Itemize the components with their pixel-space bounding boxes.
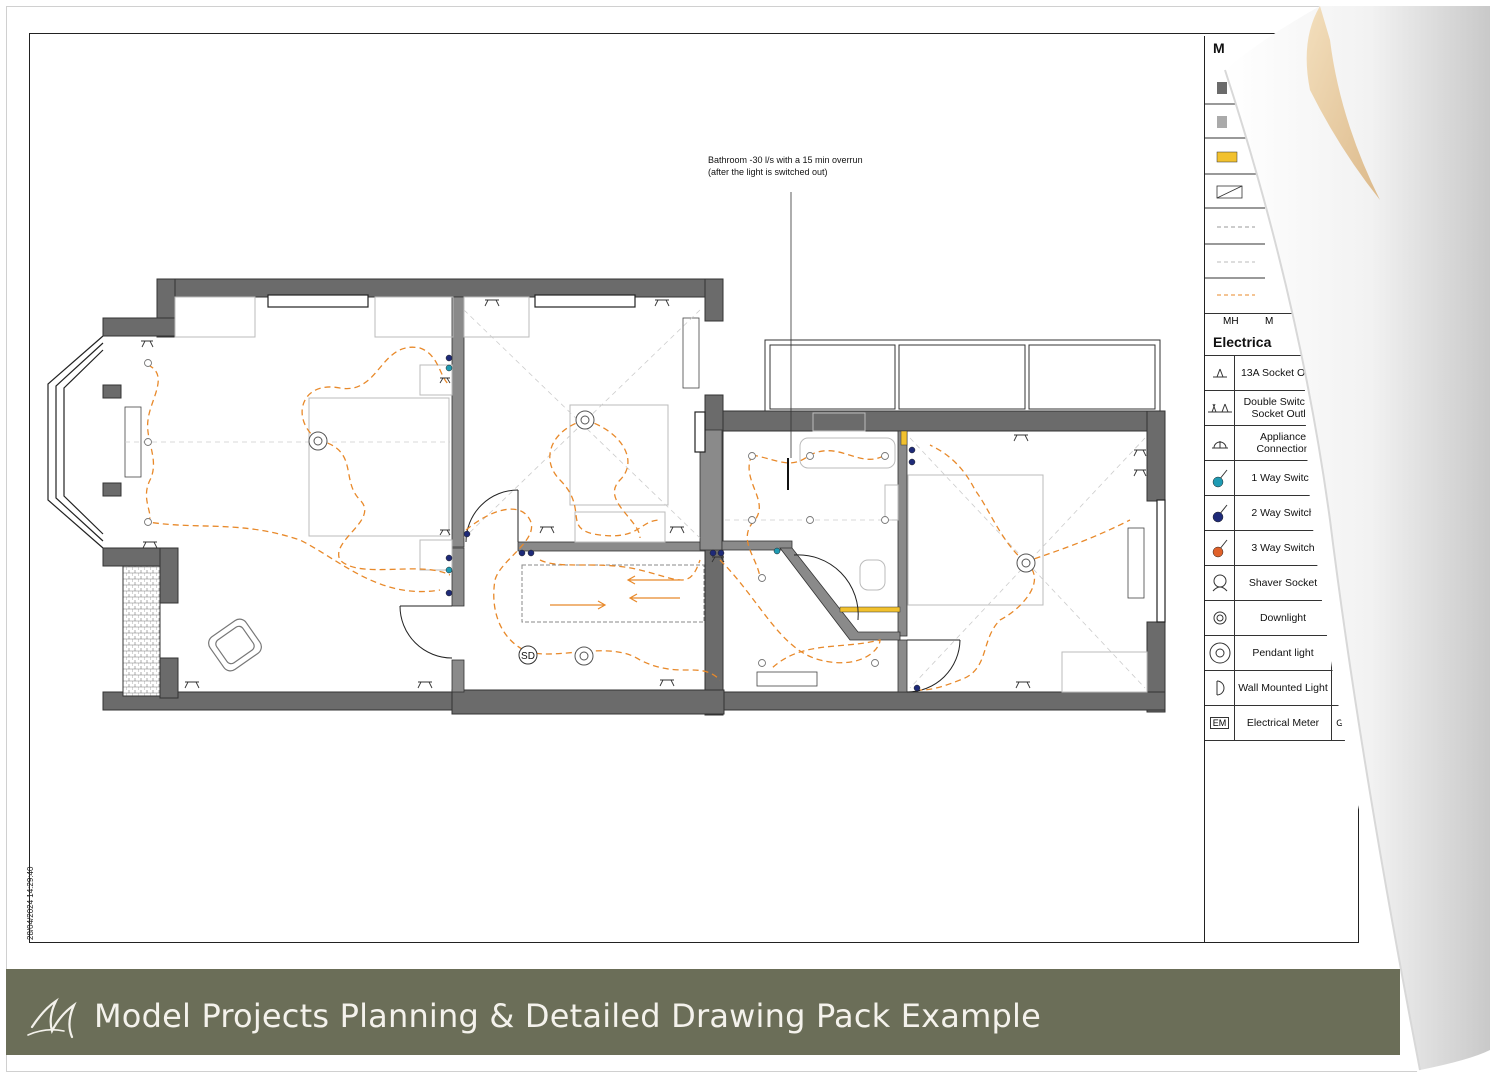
- downlight-icon: [1213, 611, 1226, 625]
- armchair: [208, 618, 262, 672]
- front-step: [122, 565, 161, 697]
- roof-lights: [764, 339, 1161, 413]
- internal-wall-swatch: [1217, 116, 1227, 128]
- footer-title: Model Projects Planning & Detailed Drawi…: [94, 997, 1041, 1035]
- electrical-heading: Electrica: [1213, 334, 1272, 350]
- one-way-switch-icon: [1212, 469, 1227, 488]
- legend-row-3-way-switch: 3 Way Switch: [1205, 530, 1355, 565]
- three-way-switch-icon: [1212, 539, 1227, 558]
- shaver-socket-icon: [1212, 574, 1227, 592]
- material-legend: [1205, 82, 1265, 296]
- appliance-connection-icon: [1211, 441, 1228, 449]
- ventilation-annotation: Bathroom -30 l/s with a 15 min overrun (…: [708, 155, 863, 177]
- double-sockets: [141, 299, 1147, 689]
- insulation-swatch: [1216, 151, 1238, 163]
- wall-light-col2: Co: [1331, 671, 1355, 705]
- company-logo: [27, 997, 77, 1039]
- wall-light-icon: [1216, 680, 1224, 696]
- legend-mh-row: MH M: [1205, 313, 1355, 330]
- legend-row-pendant: Pendant light: [1205, 635, 1355, 670]
- external-walls: [102, 278, 1166, 716]
- bay-window: [47, 335, 104, 549]
- two-way-switch-icon: [1212, 504, 1227, 523]
- pendant-lights: [308, 410, 1036, 666]
- legend-row-downlight: Downlight: [1205, 600, 1355, 635]
- socket-icon: [1212, 368, 1227, 378]
- legend-row-socket: 13A Socket Outlet: [1205, 355, 1355, 390]
- legend-row-1-way-switch: 1 Way Switch: [1205, 460, 1355, 495]
- legend-row-wall-light: Wall Mounted Light Co: [1205, 670, 1355, 705]
- pendant-light-icon: [1209, 642, 1230, 664]
- external-wall-swatch: [1217, 82, 1227, 94]
- furniture: [174, 296, 1148, 693]
- mh-label-2: M: [1265, 316, 1274, 327]
- insulation-strip: [839, 606, 901, 613]
- legend-row-2-way-switch: 2 Way Switch: [1205, 495, 1355, 530]
- legend-top-heading: M: [1213, 40, 1225, 56]
- insulation-strip: [900, 430, 908, 446]
- legend-row-appliance: Appliance Connection: [1205, 425, 1355, 460]
- internal-walls: [451, 296, 908, 693]
- smoke-detector-label: SD: [521, 651, 535, 662]
- ceiling-guides: [125, 309, 1146, 689]
- legend-row-shaver: Shaver Socket: [1205, 565, 1355, 600]
- print-timestamp: 28/04/2024 14:29:40: [26, 866, 35, 940]
- legend-row-meter: EM Electrical Meter GM: [1205, 705, 1355, 741]
- footer-banner: Model Projects Planning & Detailed Drawi…: [6, 969, 1400, 1055]
- downlights: [144, 359, 889, 667]
- lighting-circuits: [145, 346, 1131, 691]
- double-socket-icon: [1207, 403, 1232, 413]
- electrical-meter-icon: EM: [1209, 717, 1230, 729]
- circuit-arrows: [550, 575, 680, 610]
- meter-col2: GM: [1331, 706, 1355, 740]
- legend-row-double-socket: Double Switched Socket Outlet: [1205, 390, 1355, 425]
- mh-label: MH: [1223, 316, 1239, 327]
- switches: [445, 354, 921, 692]
